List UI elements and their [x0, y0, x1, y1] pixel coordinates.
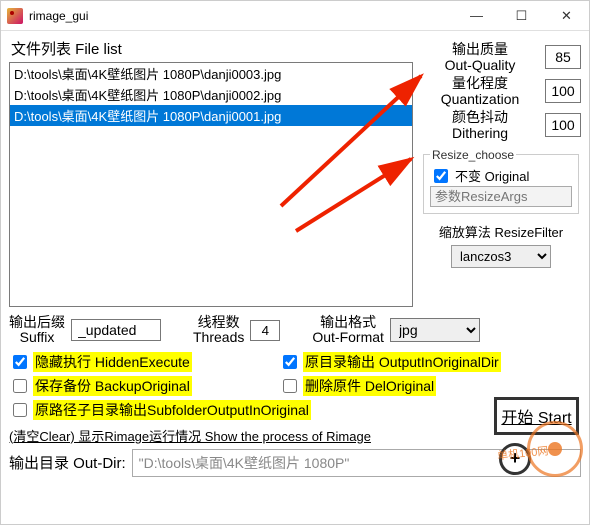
minimize-button[interactable]: — — [454, 1, 499, 30]
list-item[interactable]: D:\tools\桌面\4K壁纸图片 1080P\danji0001.jpg — [10, 105, 412, 126]
resize-args-input[interactable] — [430, 186, 572, 207]
file-listbox[interactable]: D:\tools\桌面\4K壁纸图片 1080P\danji0003.jpgD:… — [9, 62, 413, 307]
format-select[interactable]: jpg — [390, 318, 480, 342]
resize-group: Resize_choose 不变 Original — [423, 148, 579, 214]
resize-filter-select[interactable]: lanczos3 — [451, 245, 551, 268]
start-button[interactable]: 开始 Start — [494, 397, 579, 435]
dithering-label: 颜色抖动Dithering — [421, 109, 539, 141]
dithering-input[interactable]: 100 — [545, 113, 581, 137]
threads-input[interactable] — [250, 320, 280, 341]
close-button[interactable]: ✕ — [544, 1, 589, 30]
list-item[interactable]: D:\tools\桌面\4K壁纸图片 1080P\danji0003.jpg — [10, 63, 412, 84]
window-title: rimage_gui — [29, 9, 454, 23]
outdir-label: 输出目录 Out-Dir: — [9, 452, 126, 473]
opt-backup-original[interactable]: 保存备份 BackupOriginal — [9, 376, 269, 396]
resize-filter-label: 缩放算法 ResizeFilter — [421, 222, 581, 241]
quality-input[interactable]: 85 — [545, 45, 581, 69]
quality-label: 输出质量Out-Quality — [421, 41, 539, 73]
quantization-label: 量化程度Quantization — [421, 75, 539, 107]
suffix-input[interactable] — [71, 319, 161, 341]
list-item[interactable]: D:\tools\桌面\4K壁纸图片 1080P\danji0002.jpg — [10, 84, 412, 105]
app-icon — [7, 8, 23, 24]
format-label: 输出格式Out-Format — [312, 315, 384, 346]
resize-original-checkbox[interactable]: 不变 Original — [430, 166, 572, 186]
maximize-button[interactable]: ☐ — [499, 1, 544, 30]
suffix-label: 输出后缀Suffix — [9, 315, 65, 346]
titlebar: rimage_gui — ☐ ✕ — [1, 1, 589, 31]
opt-output-orig-dir[interactable]: 原目录输出 OutputInOriginalDir — [279, 352, 581, 372]
threads-label: 线程数Threads — [193, 315, 244, 346]
opt-hidden-execute[interactable]: 隐藏执行 HiddenExecute — [9, 352, 269, 372]
resize-legend: Resize_choose — [430, 148, 516, 162]
quantization-input[interactable]: 100 — [545, 79, 581, 103]
opt-del-original[interactable]: 删除原件 DelOriginal — [279, 376, 581, 396]
file-list-label: 文件列表 File list — [9, 35, 413, 62]
add-button[interactable]: + — [499, 443, 531, 475]
